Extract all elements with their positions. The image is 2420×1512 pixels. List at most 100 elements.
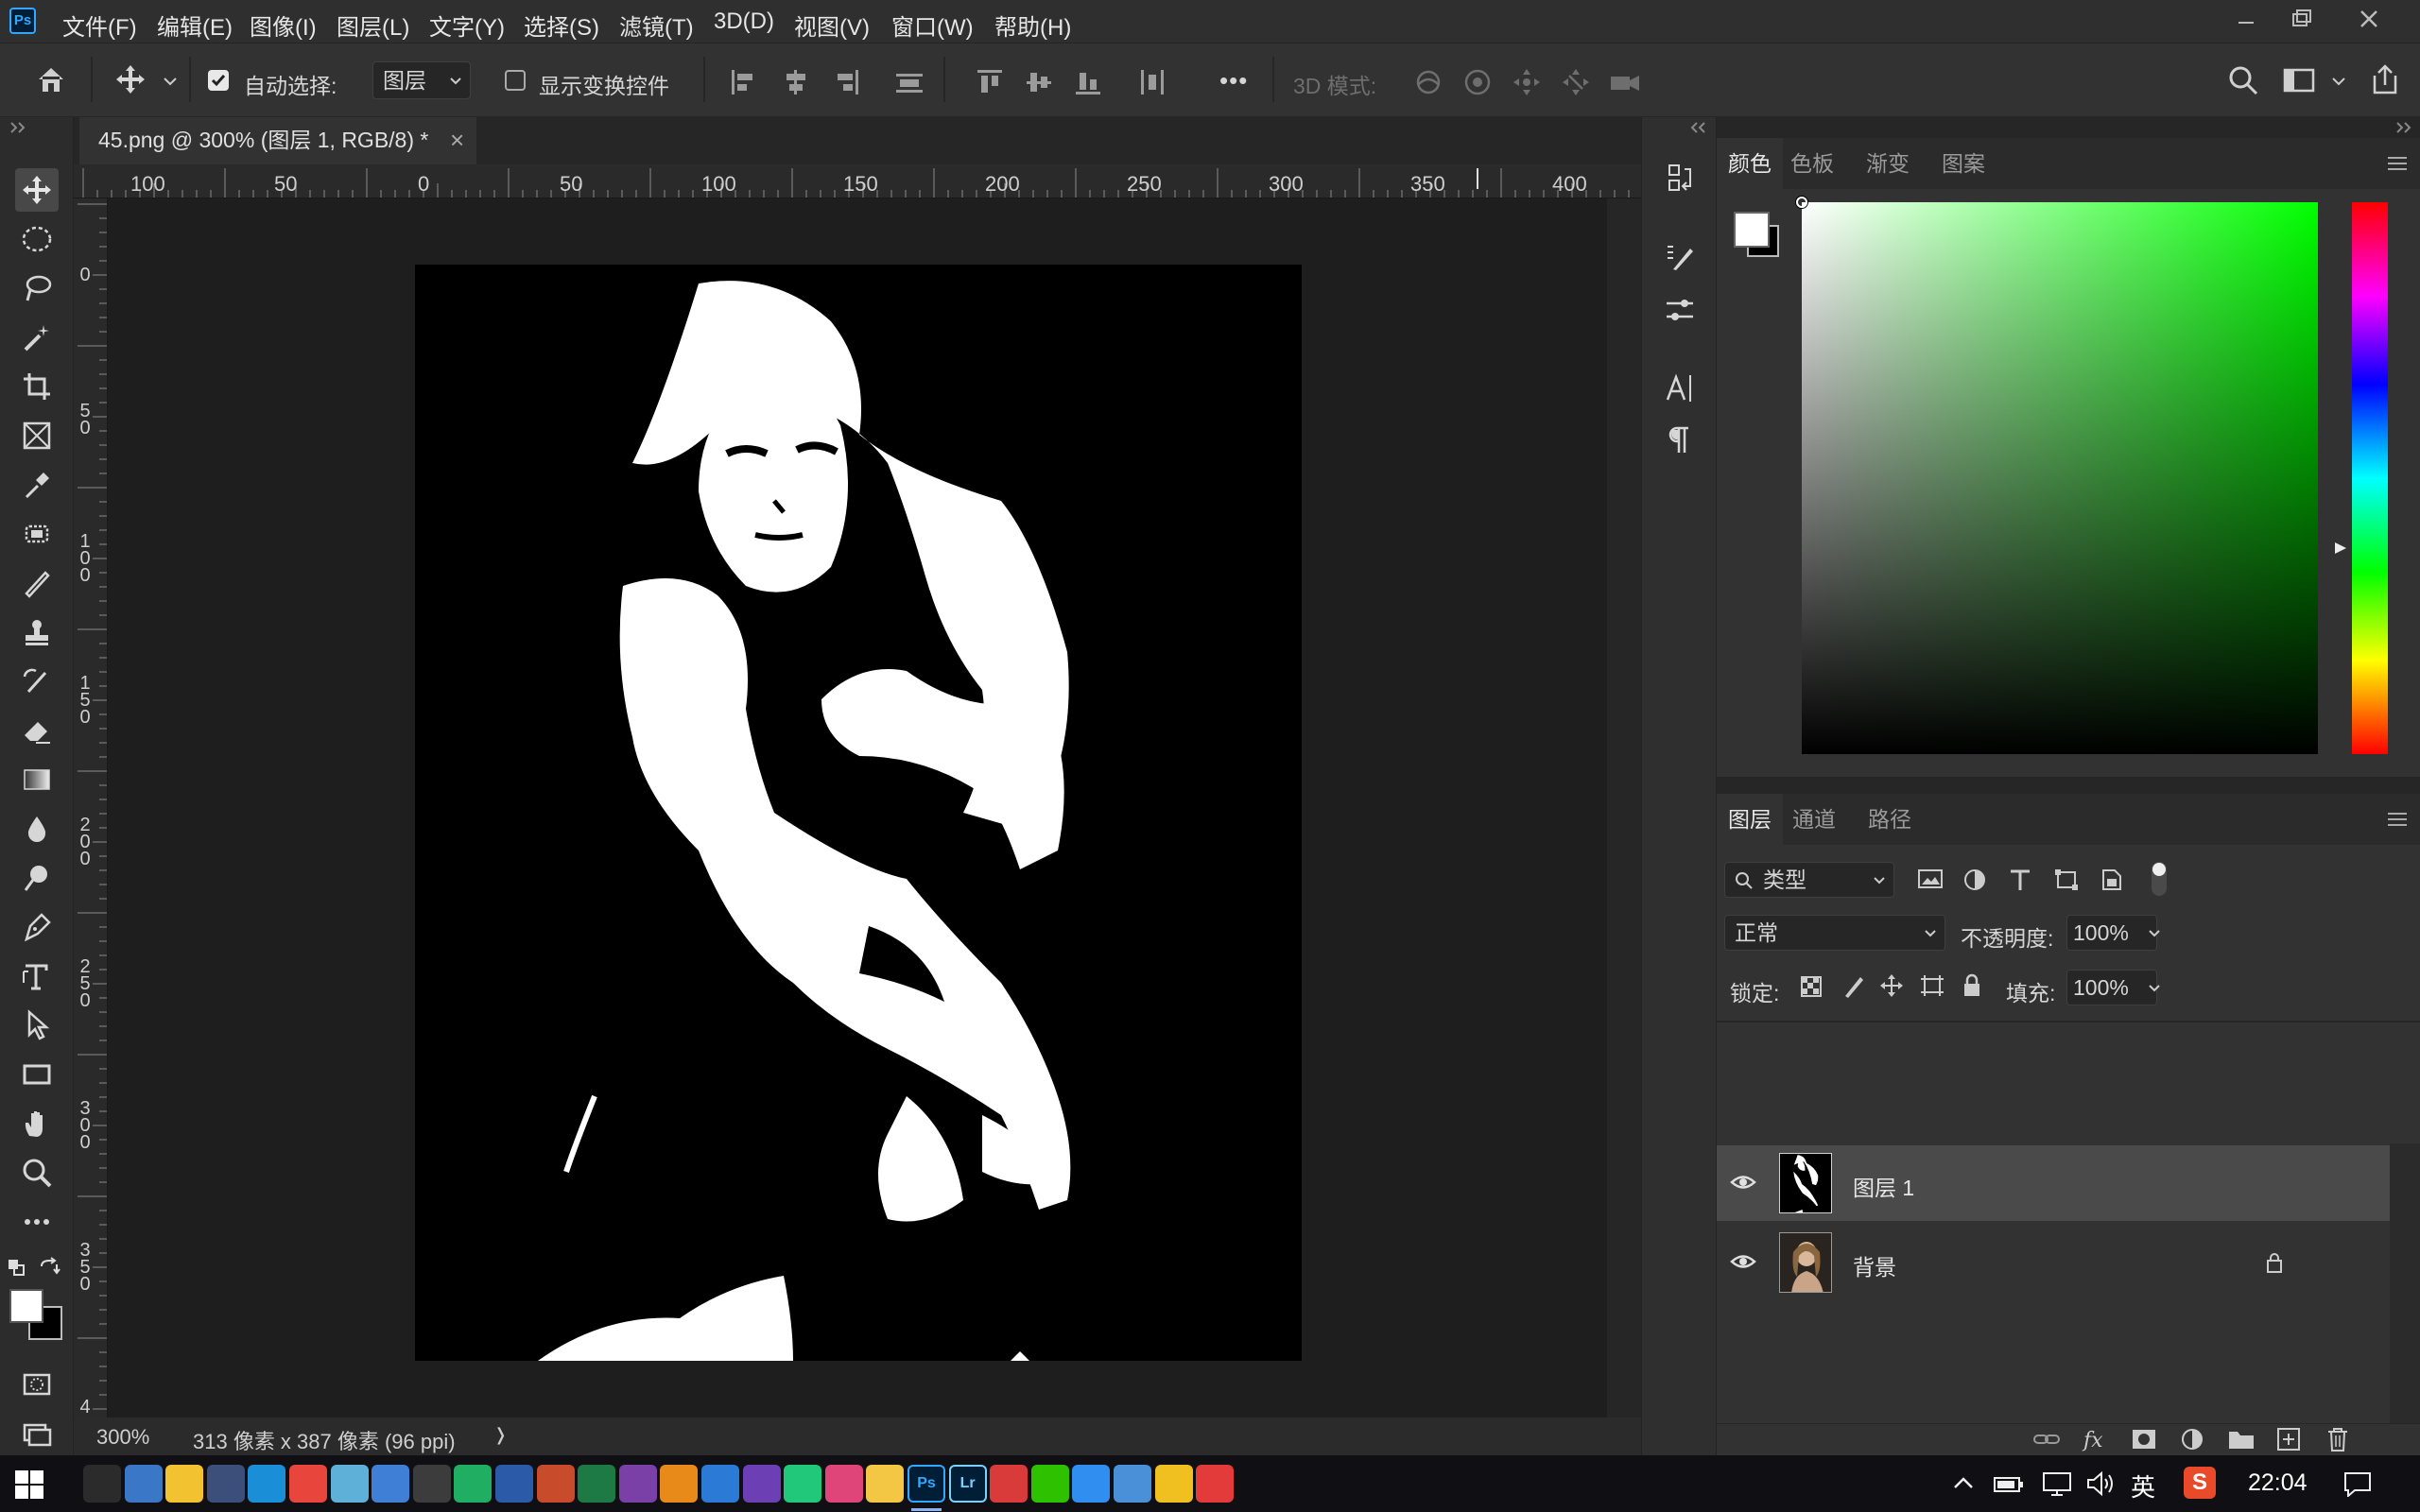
eyedropper-tool[interactable] xyxy=(15,463,59,507)
tab-channels[interactable]: 通道 xyxy=(1781,794,1847,845)
windows-start-icon[interactable] xyxy=(15,1470,43,1499)
paragraph-panel-button[interactable] xyxy=(1657,418,1703,463)
align-top-icon[interactable] xyxy=(976,68,1004,96)
hue-slider-handle[interactable] xyxy=(2333,541,2348,556)
filter-toggle[interactable] xyxy=(2152,862,2167,896)
path-select-tool[interactable] xyxy=(15,1004,59,1047)
move-tool-preset[interactable] xyxy=(112,60,149,98)
add-mask-icon[interactable] xyxy=(2131,1428,2157,1451)
hue-slider[interactable] xyxy=(2352,202,2388,754)
layer-name[interactable]: 背景 xyxy=(1853,1249,1896,1281)
menu-file[interactable]: 文件(F) xyxy=(62,9,137,42)
layer-filter-dropdown[interactable]: 类型 xyxy=(1724,862,1894,898)
document-canvas[interactable] xyxy=(415,265,1302,1361)
clock-time[interactable]: 22:04 xyxy=(2248,1469,2308,1497)
home-button[interactable] xyxy=(32,60,70,98)
fill-slider-button[interactable] xyxy=(2140,971,2169,1004)
file-explorer-icon[interactable] xyxy=(165,1465,204,1503)
magic-wand-tool[interactable] xyxy=(15,316,59,359)
blur-tool[interactable] xyxy=(15,807,59,850)
eraser-tool[interactable] xyxy=(15,709,59,752)
eye-icon[interactable] xyxy=(1730,1172,1756,1193)
zoom-level[interactable]: 300% xyxy=(96,1425,149,1450)
intellij-icon[interactable] xyxy=(824,1465,863,1503)
powerpoint-icon[interactable] xyxy=(536,1465,575,1503)
delete-layer-icon[interactable] xyxy=(2325,1426,2350,1452)
adjustment-layer-icon[interactable] xyxy=(2180,1427,2204,1452)
menu-type[interactable]: 文字(Y) xyxy=(429,9,505,42)
avatar-app-icon[interactable] xyxy=(1154,1465,1193,1503)
history-panel-button[interactable] xyxy=(1657,155,1703,200)
photoshop-icon[interactable]: Ps xyxy=(908,1465,945,1503)
move-tool[interactable] xyxy=(15,168,59,212)
dodge-tool[interactable] xyxy=(15,856,59,900)
lasso-tool[interactable] xyxy=(15,266,59,310)
layer-row[interactable]: 图层 1 xyxy=(1717,1145,2390,1221)
sticky-notes-icon[interactable] xyxy=(866,1465,905,1503)
menu-help[interactable]: 帮助(H) xyxy=(994,9,1071,42)
foreground-color-chip[interactable] xyxy=(1734,212,1770,248)
vscode-icon[interactable] xyxy=(701,1465,739,1503)
sublime-icon[interactable] xyxy=(660,1465,699,1503)
lock-position-icon[interactable] xyxy=(1879,973,1904,998)
tab-swatches[interactable]: 色板 xyxy=(1779,138,1845,189)
patch-tool[interactable] xyxy=(15,512,59,556)
3d-pan-icon[interactable] xyxy=(1511,66,1543,98)
chevron-up-icon[interactable] xyxy=(1951,1472,1976,1495)
3d-slide-icon[interactable] xyxy=(1560,66,1592,98)
collapse-panel-icon[interactable] xyxy=(9,121,28,134)
terminal-icon[interactable] xyxy=(83,1465,121,1503)
document-tab[interactable]: 45.png @ 300% (图层 1, RGB/8) * × xyxy=(79,117,476,164)
search-icon[interactable] xyxy=(2227,64,2259,96)
rectangle-tool[interactable] xyxy=(15,1053,59,1096)
distribute-horizontal-icon[interactable] xyxy=(1138,68,1167,96)
typora-icon[interactable] xyxy=(412,1465,451,1503)
opacity-slider-button[interactable] xyxy=(2140,917,2169,949)
adjustments-button[interactable] xyxy=(1657,287,1703,333)
feishu-icon[interactable] xyxy=(1072,1465,1111,1503)
quick-mask-button[interactable] xyxy=(15,1363,59,1406)
ime-indicator[interactable]: 英 xyxy=(2131,1469,2155,1503)
lock-transparent-icon[interactable] xyxy=(1800,975,1823,998)
menu-image[interactable]: 图像(I) xyxy=(250,9,317,42)
menu-select[interactable]: 选择(S) xyxy=(524,9,599,42)
minimize-button[interactable] xyxy=(2218,2,2274,40)
netease-music-icon[interactable] xyxy=(1196,1465,1235,1503)
gradient-tool[interactable] xyxy=(15,758,59,801)
frame-tool[interactable] xyxy=(15,414,59,457)
volume-icon[interactable] xyxy=(2085,1470,2116,1497)
restore-button[interactable] xyxy=(2273,2,2329,40)
edge-icon[interactable] xyxy=(248,1465,286,1503)
menu-layer[interactable]: 图层(L) xyxy=(337,9,409,42)
word-icon[interactable] xyxy=(495,1465,533,1503)
brush-tool[interactable] xyxy=(15,561,59,605)
visual-studio-icon[interactable] xyxy=(742,1465,781,1503)
adjustment-layer-filter-icon[interactable] xyxy=(1962,868,1987,892)
fx-icon[interactable]: fx xyxy=(2082,1426,2110,1452)
color-picker-cursor[interactable] xyxy=(1796,197,1807,208)
swap-colors-icon[interactable] xyxy=(38,1257,60,1278)
distribute-vertical-icon[interactable] xyxy=(894,68,925,96)
pixel-layer-filter-icon[interactable] xyxy=(1917,868,1944,890)
calculator-icon[interactable] xyxy=(206,1465,245,1503)
more-options-button[interactable]: ••• xyxy=(1219,66,1248,95)
chrome-icon[interactable] xyxy=(289,1465,327,1503)
tab-layers[interactable]: 图层 xyxy=(1717,794,1783,845)
chevron-down-icon[interactable] xyxy=(163,76,178,87)
lock-artboard-icon[interactable] xyxy=(1919,973,1945,998)
foreground-color-swatch[interactable] xyxy=(9,1289,43,1323)
network-icon[interactable] xyxy=(2042,1470,2072,1497)
default-colors-icon[interactable] xyxy=(8,1259,28,1278)
hand-tool[interactable] xyxy=(15,1102,59,1145)
smart-object-filter-icon[interactable] xyxy=(2099,868,2123,892)
tab-paths[interactable]: 路径 xyxy=(1857,794,1923,845)
menu-window[interactable]: 窗口(W) xyxy=(891,9,974,42)
3d-orbit-icon[interactable] xyxy=(1412,66,1444,98)
align-center-h-icon[interactable] xyxy=(781,68,811,96)
more-tools-button[interactable] xyxy=(15,1200,59,1244)
new-layer-icon[interactable] xyxy=(2276,1427,2301,1452)
layer-name[interactable]: 图层 1 xyxy=(1853,1170,1914,1202)
close-tab-button[interactable]: × xyxy=(450,117,464,163)
tab-patterns[interactable]: 图案 xyxy=(1930,138,1996,189)
explorer-app-icon[interactable] xyxy=(124,1465,163,1503)
